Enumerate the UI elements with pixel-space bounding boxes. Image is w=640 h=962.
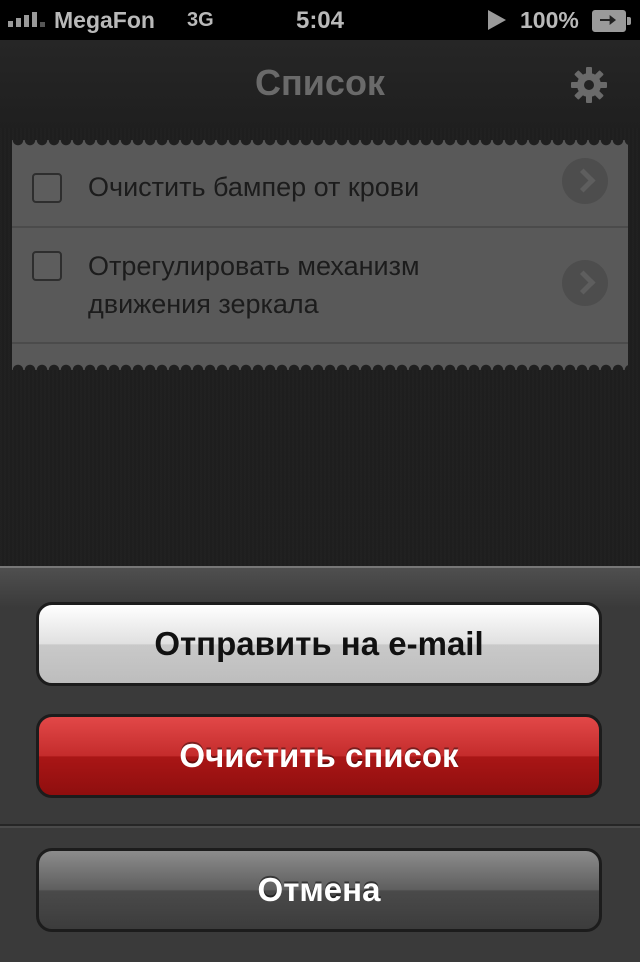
list-item-text: Отрегулировать механизм движения зеркала xyxy=(88,251,420,319)
list-item-text: Очистить бампер от крови xyxy=(88,172,420,202)
send-email-button[interactable]: Отправить на e-mail xyxy=(36,602,602,686)
action-sheet: Отправить на e-mail Очистить список Отме… xyxy=(0,566,640,962)
battery-charging-icon xyxy=(592,10,631,32)
play-icon xyxy=(488,10,506,30)
chevron-right-icon[interactable] xyxy=(562,158,608,204)
gear-icon[interactable] xyxy=(570,66,608,104)
page-title: Список xyxy=(255,62,385,103)
cancel-button[interactable]: Отмена xyxy=(36,848,602,932)
checkbox[interactable] xyxy=(32,173,62,203)
checklist: Очистить бампер от крови Отрегулировать … xyxy=(12,140,628,370)
status-bar: MegaFon 3G 5:04 100% xyxy=(0,0,640,40)
list-item[interactable]: Очистить бампер от крови xyxy=(12,140,628,228)
list-item[interactable]: Отрегулировать механизм движения зеркала xyxy=(12,226,628,344)
paper-edge-bottom xyxy=(12,362,628,370)
clear-list-button[interactable]: Очистить список xyxy=(36,714,602,798)
divider xyxy=(0,824,640,826)
checkbox[interactable] xyxy=(32,251,62,281)
chevron-right-icon[interactable] xyxy=(562,260,608,306)
navigation-bar: Список xyxy=(0,40,640,128)
battery-percentage: 100% xyxy=(520,7,579,33)
